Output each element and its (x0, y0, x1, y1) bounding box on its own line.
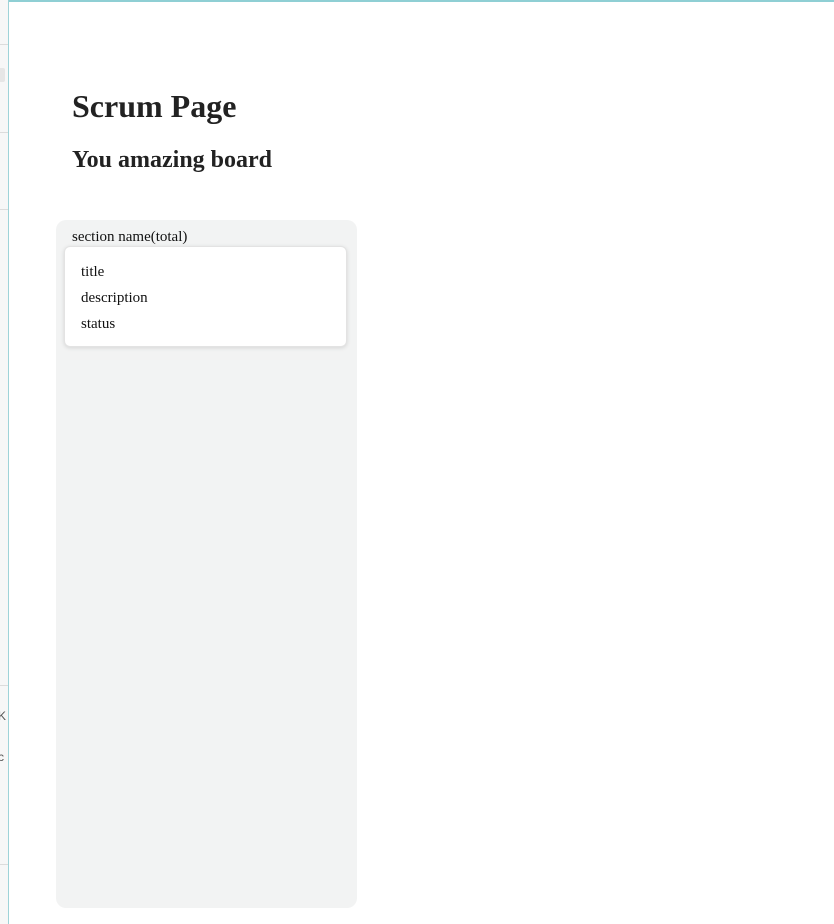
card-description: description (81, 290, 148, 306)
background-window-sliver: K c (0, 0, 9, 924)
sliver-divider (0, 685, 8, 686)
sliver-divider (0, 44, 8, 45)
sliver-text: c (0, 751, 4, 763)
card-status: status (81, 316, 116, 332)
task-card[interactable]: title description status (64, 246, 347, 347)
browser-viewport: K c Scrum Page You amazing board section… (0, 0, 834, 924)
page-title: Scrum Page (72, 88, 237, 124)
section-header: section name(total) (72, 229, 188, 245)
sliver-chip (0, 68, 5, 82)
sliver-text: K (0, 710, 6, 722)
sliver-divider (0, 209, 8, 210)
board-section: section name(total) title description st… (56, 220, 357, 908)
board-title: You amazing board (72, 147, 273, 173)
sliver-divider (0, 864, 8, 865)
card-title: title (81, 264, 105, 280)
window-top-border (0, 0, 834, 2)
sliver-divider (0, 132, 8, 133)
